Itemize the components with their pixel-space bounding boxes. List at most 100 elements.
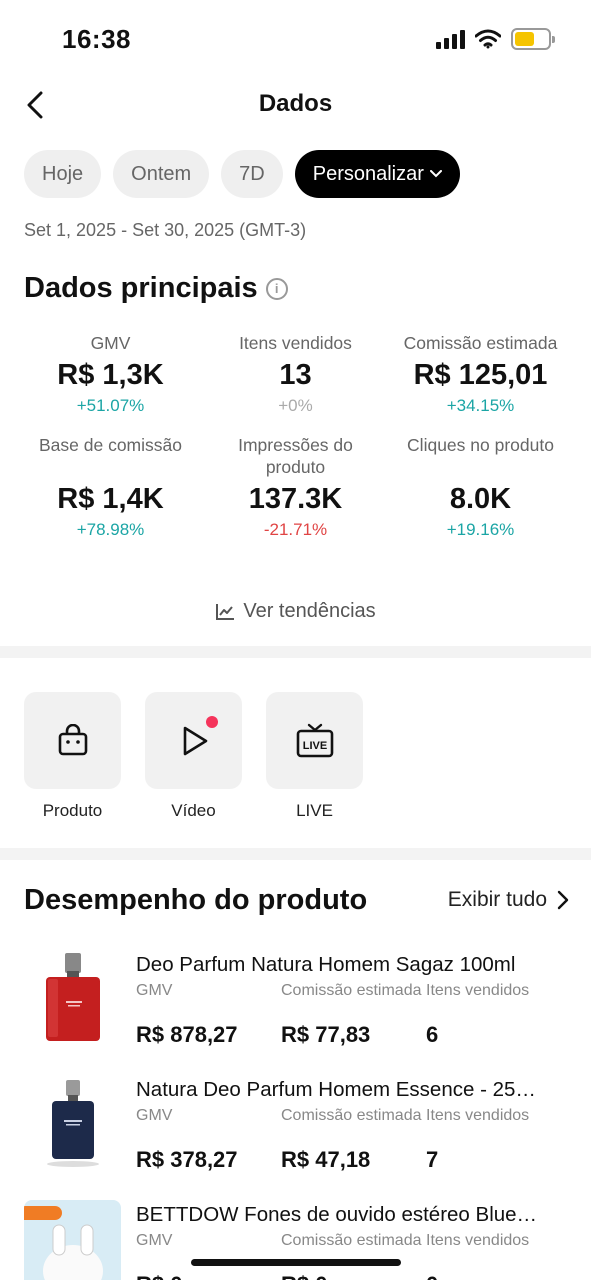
shopping-bag-icon [58,723,87,755]
stat-value-commission: R$ 47,18 [281,1147,371,1172]
wifi-icon [475,29,501,49]
tool-label: LIVE [296,801,333,820]
tool-video[interactable]: Vídeo [145,692,242,821]
play-icon [183,726,207,755]
stat-value-commission: R$ 0 [281,1272,426,1280]
view-all-link[interactable]: Exibir tudo [448,888,569,912]
chevron-down-icon [429,170,442,178]
section-title-text: Dados principais [24,272,258,304]
product-stats: GMV R$ 0 Comissão estimada R$ 0 Itens ve… [136,1230,569,1280]
cellular-signal-icon [436,29,465,49]
metric-value: R$ 1,4K [57,483,164,515]
stat-value-gmv: R$ 878,27 [136,1022,238,1047]
metric-value: R$ 125,01 [413,359,548,391]
status-icons [436,28,555,50]
tab-today[interactable]: Hoje [24,150,102,198]
product-row[interactable]: Deo Parfum Natura Homem Sagaz 100ml GMV … [24,950,569,1075]
metric-change: -21.71% [263,520,328,539]
stat-label: Comissão estimada [281,1107,422,1124]
metric-value: 137.3K [248,483,343,515]
stat-label: Itens vendidos [426,982,530,999]
stat-label: Itens vendidos [426,1107,530,1124]
metric-label: Cliques no produto [407,435,554,455]
product-name: Deo Parfum Natura Homem Sagaz 100ml [136,953,516,976]
stat-value-items: 6 [426,1022,439,1047]
stat-value-items: 0 [426,1272,566,1280]
tool-label: Vídeo [171,801,216,820]
tab-label: Ontem [131,162,192,185]
product-stats: GMV R$ 878,27 Comissão estimada R$ 77,83… [136,980,569,1048]
view-all-label: Exibir tudo [447,888,547,911]
product-row[interactable]: Natura Deo Parfum Homem Essence - 25… GM… [24,1075,569,1200]
content-type-tools: Produto Vídeo LIVE LIVE [24,692,363,821]
tab-7d[interactable]: 7D [221,150,283,198]
status-time: 16:38 [62,24,131,54]
date-filter-tabs: Hoje Ontem 7D Personalizar [24,150,460,198]
page-title: Dados [258,90,333,117]
stat-value-commission: R$ 77,83 [281,1022,371,1047]
tab-label: Personalizar [312,162,424,185]
tab-custom[interactable]: Personalizar [294,150,460,198]
stat-value-gmv: R$ 378,27 [136,1147,238,1172]
date-range: Set 1, 2025 - Set 30, 2025 (GMT-3) [24,220,307,240]
tool-icon-box [145,692,242,789]
section-divider [0,646,591,658]
metric-change: +19.16% [446,520,515,539]
key-data-title: Dados principais i [24,272,288,305]
status-bar: 16:38 [0,0,591,80]
stat-label: Itens vendidos [426,1232,530,1249]
stat-label: GMV [136,1107,173,1124]
metric-label: Comissão estimada [403,333,558,353]
chevron-right-icon [557,890,569,910]
tool-live[interactable]: LIVE LIVE [266,692,363,821]
metric-estimated-commission[interactable]: Comissão estimada R$ 125,01 +34.15% [388,332,573,416]
battery-icon [511,28,555,50]
live-tv-icon: LIVE [296,723,333,757]
metrics-grid: GMV R$ 1,3K +51.07% Itens vendidos 13 +0… [18,332,573,540]
tab-label: 7D [239,162,265,185]
tool-icon-box: LIVE [266,692,363,789]
product-image-earbuds [24,1200,121,1280]
tool-product[interactable]: Produto [24,692,121,821]
tab-label: Hoje [42,162,84,185]
metric-label: Impressões do produto [238,435,353,477]
product-info: BETTDOW Fones de ouvido estéreo Blue… GM… [136,1200,569,1280]
metric-label: Itens vendidos [239,333,352,353]
chart-line-icon [216,603,235,620]
metric-product-impressions[interactable]: Impressões do produto 137.3K -21.71% [203,434,388,540]
product-name: BETTDOW Fones de ouvido estéreo Blue… [136,1203,538,1226]
product-row[interactable]: BETTDOW Fones de ouvido estéreo Blue… GM… [24,1200,569,1280]
metric-change: +34.15% [446,396,515,415]
notification-dot [206,716,218,728]
product-performance-title: Desempenho do produto [24,884,368,916]
metric-items-sold[interactable]: Itens vendidos 13 +0% [203,332,388,416]
tool-icon-box [24,692,121,789]
info-icon[interactable]: i [265,277,288,300]
metric-product-clicks[interactable]: Cliques no produto 8.0K +19.16% [388,434,573,540]
metric-value: R$ 1,3K [57,359,164,391]
view-trends-link[interactable]: Ver tendências [0,600,591,623]
metric-label: Base de comissão [39,435,182,455]
product-image-perfume-red [24,950,121,1047]
home-indicator[interactable] [191,1259,401,1266]
stat-value-items: 7 [426,1147,439,1172]
metric-value: 13 [279,359,312,391]
stat-value-gmv: R$ 0 [136,1272,281,1280]
svg-text:LIVE: LIVE [302,740,326,752]
product-image-perfume-navy [24,1075,121,1172]
stat-label: Comissão estimada [281,982,422,999]
product-info: Deo Parfum Natura Homem Sagaz 100ml GMV … [136,950,569,1075]
metric-change: +0% [278,396,313,415]
metric-change: +78.98% [76,520,145,539]
metric-commission-base[interactable]: Base de comissão R$ 1,4K +78.98% [18,434,203,540]
product-name: Natura Deo Parfum Homem Essence - 25… [136,1078,536,1101]
header: Dados [0,80,591,130]
metric-gmv[interactable]: GMV R$ 1,3K +51.07% [18,332,203,416]
metric-change: +51.07% [76,396,145,415]
stat-label: GMV [136,982,173,999]
section-divider [0,848,591,860]
product-list: Deo Parfum Natura Homem Sagaz 100ml GMV … [24,950,569,1280]
trends-label: Ver tendências [243,600,376,622]
metric-value: 8.0K [449,483,512,515]
tab-yesterday[interactable]: Ontem [113,150,210,198]
